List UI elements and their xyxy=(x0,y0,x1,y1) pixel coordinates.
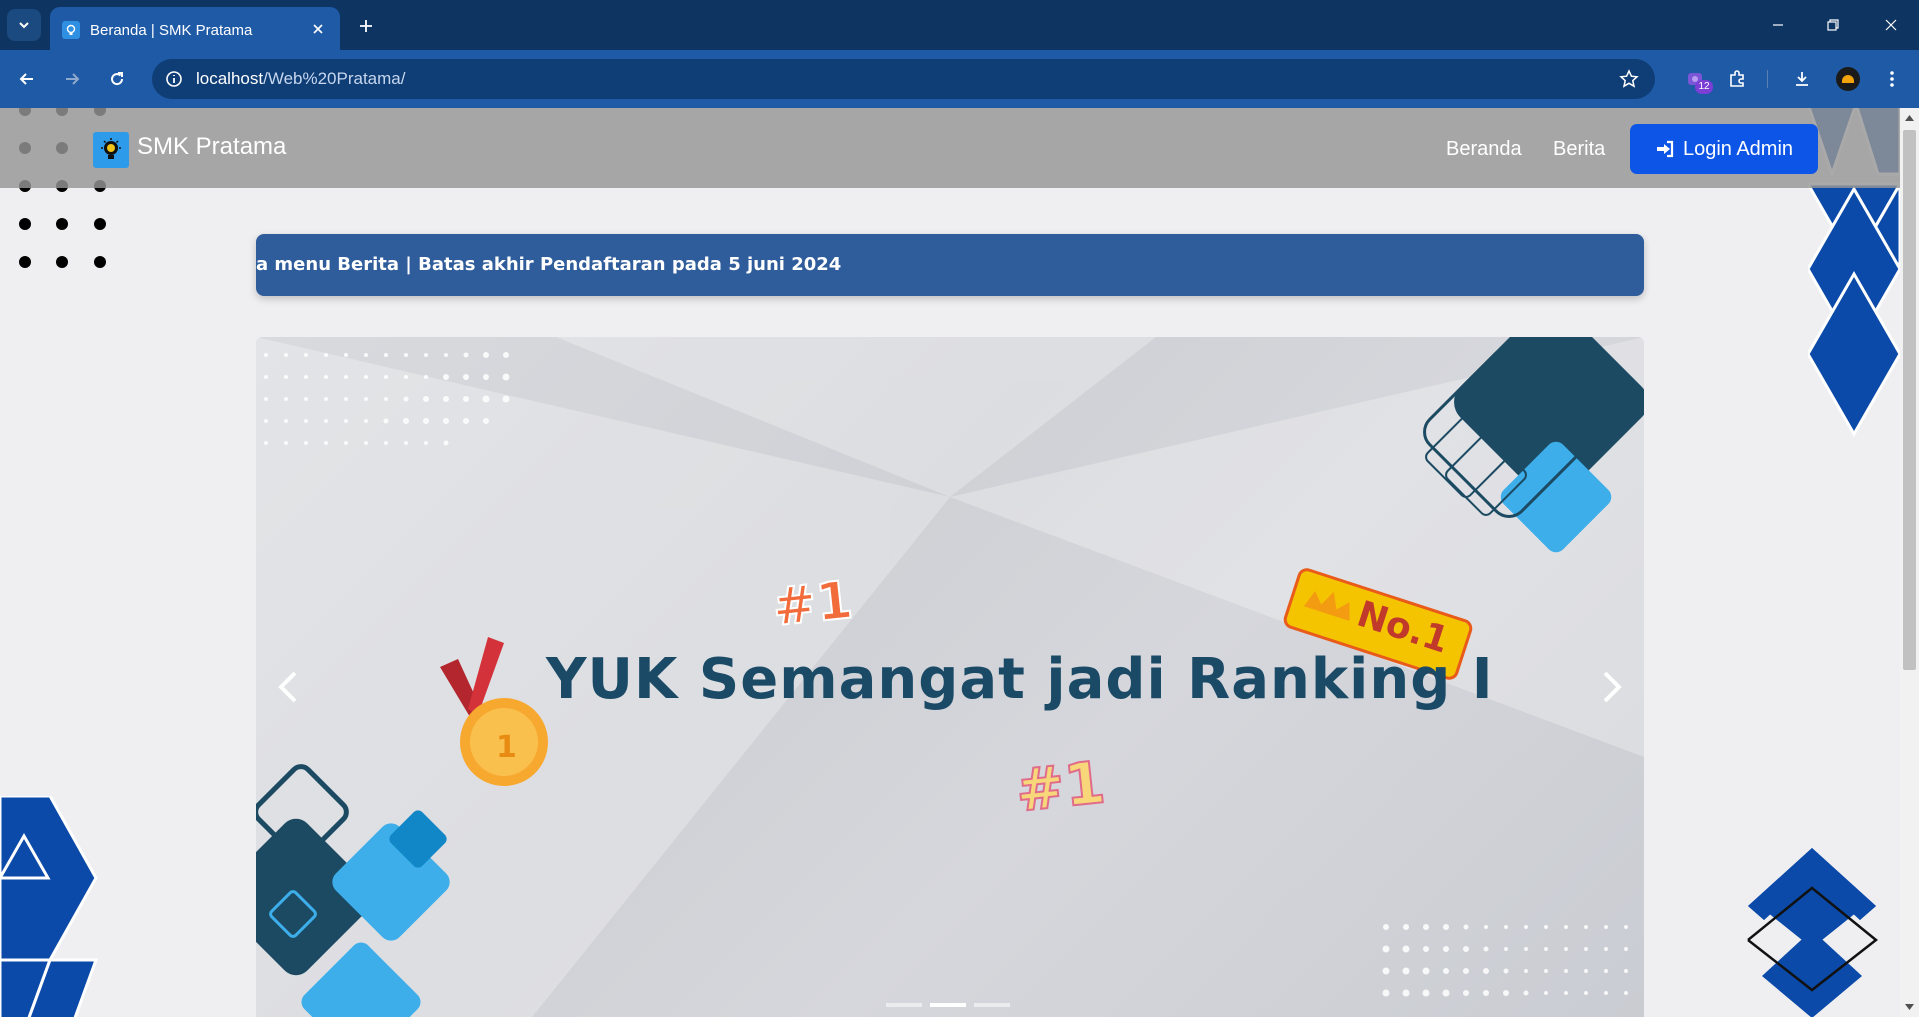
carousel-indicators xyxy=(886,1003,1010,1007)
toolbar-separator xyxy=(1767,70,1768,88)
browser-tab-active[interactable]: Beranda | SMK Pratama xyxy=(50,7,340,50)
tab-title: Beranda | SMK Pratama xyxy=(90,22,253,39)
new-tab-button[interactable] xyxy=(352,12,380,40)
plus-icon xyxy=(360,20,372,32)
carousel-indicator-1[interactable] xyxy=(886,1003,922,1007)
downloads-button[interactable] xyxy=(1787,64,1817,94)
browser-tab-bar: Beranda | SMK Pratama xyxy=(0,0,1919,50)
extension-badge: 12 xyxy=(1695,80,1713,94)
page-viewport: SMK Pratama Beranda Berita Login Admin a… xyxy=(0,108,1900,1017)
extensions-menu-button[interactable] xyxy=(1722,64,1752,94)
medal-number: 1 xyxy=(496,730,517,765)
chevron-left-icon xyxy=(278,671,297,703)
scrollbar-thumb[interactable] xyxy=(1903,130,1916,670)
browser-menu-button[interactable] xyxy=(1877,64,1907,94)
scroll-down-arrow-icon[interactable] xyxy=(1900,999,1919,1015)
address-bar[interactable]: localhost/Web%20Pratama/ xyxy=(152,59,1655,99)
url-path: /Web%20Pratama/ xyxy=(263,69,406,88)
avatar xyxy=(1836,67,1860,91)
close-window-button[interactable] xyxy=(1871,10,1911,40)
minimize-button[interactable] xyxy=(1758,10,1798,40)
chevron-down-icon xyxy=(19,22,29,29)
sticker-hash-2: #1 xyxy=(1013,748,1109,825)
back-button[interactable] xyxy=(12,64,42,94)
arrow-left-icon xyxy=(19,73,33,85)
hero-carousel: #1 #1 No.1 1 YUK Semangat jadi Ranking I xyxy=(256,337,1644,1017)
login-admin-label: Login Admin xyxy=(1682,137,1794,160)
login-admin-button[interactable]: Login Admin xyxy=(1630,124,1818,174)
carousel-indicator-3[interactable] xyxy=(974,1003,1010,1007)
carousel-next-button[interactable] xyxy=(1592,657,1632,717)
url-text: localhost/Web%20Pratama/ xyxy=(196,69,405,89)
brand-logo-icon[interactable] xyxy=(93,132,129,168)
minimize-icon xyxy=(1773,24,1783,26)
carousel-prev-button[interactable] xyxy=(268,657,308,717)
more-vertical-icon xyxy=(1890,71,1894,87)
download-icon xyxy=(1796,72,1808,86)
nav-link-berita[interactable]: Berita xyxy=(1553,138,1605,161)
page-scrollbar[interactable] xyxy=(1900,108,1919,1017)
carousel-indicator-2[interactable] xyxy=(930,1003,966,1007)
sign-in-icon xyxy=(1656,140,1674,158)
decorative-triangles-left xyxy=(0,796,99,1017)
url-host: localhost xyxy=(196,69,264,88)
site-navbar: SMK Pratama Beranda Berita Login Admin xyxy=(0,108,1900,188)
forward-button[interactable] xyxy=(57,64,87,94)
bookmark-star-icon[interactable] xyxy=(1617,67,1641,91)
profile-button[interactable] xyxy=(1833,64,1863,94)
arrow-right-icon xyxy=(66,73,80,85)
decorative-chevrons xyxy=(1747,848,1879,1017)
favicon-icon xyxy=(62,21,80,39)
extension-button[interactable]: 12 xyxy=(1681,64,1713,94)
close-icon xyxy=(1885,19,1897,31)
scroll-up-arrow-icon[interactable] xyxy=(1900,110,1919,126)
puzzle-icon xyxy=(1730,70,1744,87)
sticker-hash-1: #1 xyxy=(770,570,856,638)
close-tab-icon[interactable] xyxy=(308,19,328,39)
nav-link-beranda[interactable]: Beranda xyxy=(1446,138,1522,161)
tab-search-button[interactable] xyxy=(7,9,41,41)
reload-button[interactable] xyxy=(102,64,132,94)
slide-title: YUK Semangat jadi Ranking I xyxy=(546,647,1494,712)
marquee-text: a menu Berita | Batas akhir Pendaftaran … xyxy=(256,254,842,275)
restore-button[interactable] xyxy=(1813,10,1853,40)
brand-name[interactable]: SMK Pratama xyxy=(137,133,286,161)
chevron-right-icon xyxy=(1603,671,1622,703)
site-info-icon[interactable] xyxy=(162,67,186,91)
reload-icon xyxy=(111,72,124,86)
announcement-marquee: a menu Berita | Batas akhir Pendaftaran … xyxy=(256,234,1644,296)
restore-icon xyxy=(1827,19,1839,31)
browser-toolbar: localhost/Web%20Pratama/ 12 xyxy=(0,50,1919,108)
